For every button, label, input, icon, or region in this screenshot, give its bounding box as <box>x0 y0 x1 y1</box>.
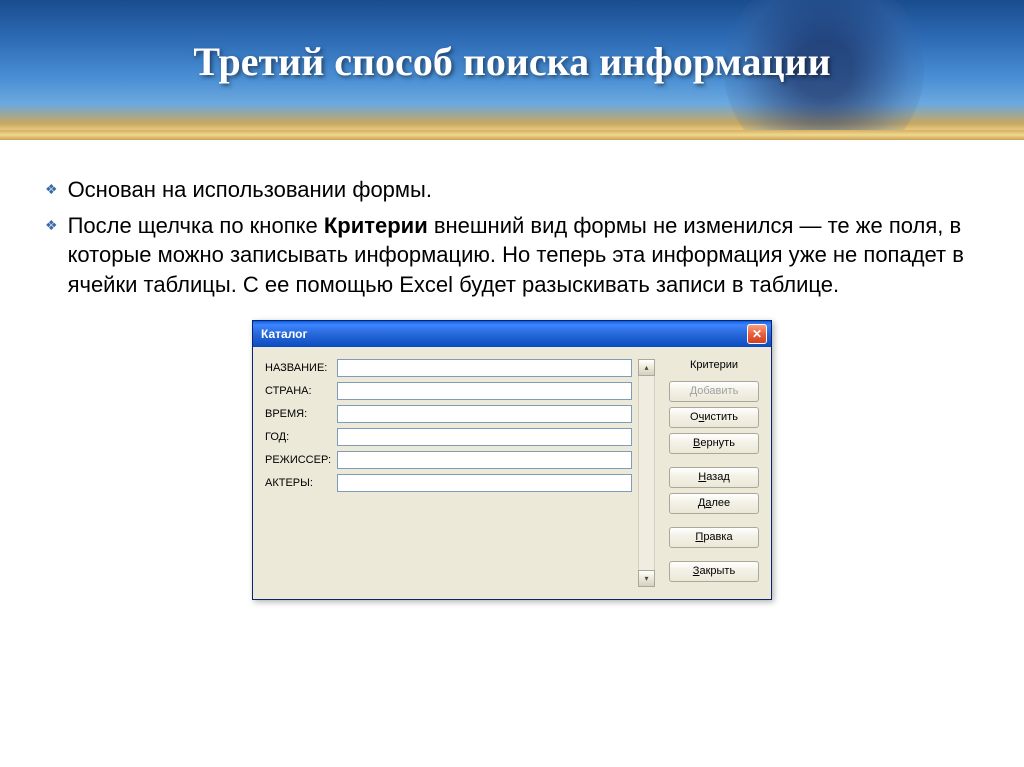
status-label: Критерии <box>669 359 759 371</box>
close-button[interactable]: ✕ <box>747 324 767 344</box>
divider-strip <box>0 130 1024 140</box>
button-label: Закрыть <box>693 565 735 577</box>
bullet-text: Основан на использовании формы. <box>68 175 432 205</box>
scroll-up-icon[interactable]: ▴ <box>638 359 655 376</box>
slide-header: Третий способ поиска информации <box>0 0 1024 130</box>
form-row-year: ГОД: <box>265 428 632 446</box>
scroll-down-icon[interactable]: ▾ <box>638 570 655 587</box>
button-label: Вернуть <box>693 437 735 449</box>
field-label: СТРАНА: <box>265 385 337 397</box>
year-input[interactable] <box>337 428 632 446</box>
form-row-director: РЕЖИССЕР: <box>265 451 632 469</box>
next-button[interactable]: Далее <box>669 493 759 514</box>
button-column: Критерии Добавить Очистить Вернуть Назад… <box>669 359 759 587</box>
close-icon: ✕ <box>752 328 762 340</box>
scroll-track[interactable] <box>638 376 655 570</box>
dialog-title: Каталог <box>261 327 308 341</box>
bullet-item: ❖ Основан на использовании формы. <box>45 175 979 205</box>
button-label: Очистить <box>690 411 738 423</box>
country-input[interactable] <box>337 382 632 400</box>
actors-input[interactable] <box>337 474 632 492</box>
field-label: НАЗВАНИЕ: <box>265 362 337 374</box>
form-row-actors: АКТЕРЫ: <box>265 474 632 492</box>
slide-title: Третий способ поиска информации <box>0 38 1024 85</box>
button-label: Правка <box>695 531 732 543</box>
dialog-body: НАЗВАНИЕ: СТРАНА: ВРЕМЯ: ГОД: РЕЖИССЕР: <box>253 347 771 599</box>
text-span: После щелчка по кнопке <box>68 213 324 238</box>
clear-button[interactable]: Очистить <box>669 407 759 428</box>
button-label: Добавить <box>690 385 739 397</box>
dialog-titlebar[interactable]: Каталог ✕ <box>253 321 771 347</box>
close-dialog-button[interactable]: Закрыть <box>669 561 759 582</box>
form-row-country: СТРАНА: <box>265 382 632 400</box>
field-label: ГОД: <box>265 431 337 443</box>
scrollbar[interactable]: ▴ ▾ <box>638 359 655 587</box>
bullet-icon: ❖ <box>45 217 58 234</box>
slide-content: ❖ Основан на использовании формы. ❖ Посл… <box>0 140 1024 620</box>
field-label: АКТЕРЫ: <box>265 477 337 489</box>
bullet-text: После щелчка по кнопке Критерии внешний … <box>68 211 979 300</box>
bullet-item: ❖ После щелчка по кнопке Критерии внешни… <box>45 211 979 300</box>
add-button[interactable]: Добавить <box>669 381 759 402</box>
edit-button[interactable]: Правка <box>669 527 759 548</box>
back-button[interactable]: Назад <box>669 467 759 488</box>
restore-button[interactable]: Вернуть <box>669 433 759 454</box>
name-input[interactable] <box>337 359 632 377</box>
catalog-dialog: Каталог ✕ НАЗВАНИЕ: СТРАНА: ВРЕМЯ: <box>252 320 772 600</box>
bullet-icon: ❖ <box>45 181 58 198</box>
form-row-name: НАЗВАНИЕ: <box>265 359 632 377</box>
field-label: РЕЖИССЕР: <box>265 454 337 466</box>
button-label: Назад <box>698 471 730 483</box>
time-input[interactable] <box>337 405 632 423</box>
field-label: ВРЕМЯ: <box>265 408 337 420</box>
button-label: Далее <box>698 497 730 509</box>
form-row-time: ВРЕМЯ: <box>265 405 632 423</box>
director-input[interactable] <box>337 451 632 469</box>
text-bold: Критерии <box>324 213 428 238</box>
form-fields: НАЗВАНИЕ: СТРАНА: ВРЕМЯ: ГОД: РЕЖИССЕР: <box>265 359 632 587</box>
